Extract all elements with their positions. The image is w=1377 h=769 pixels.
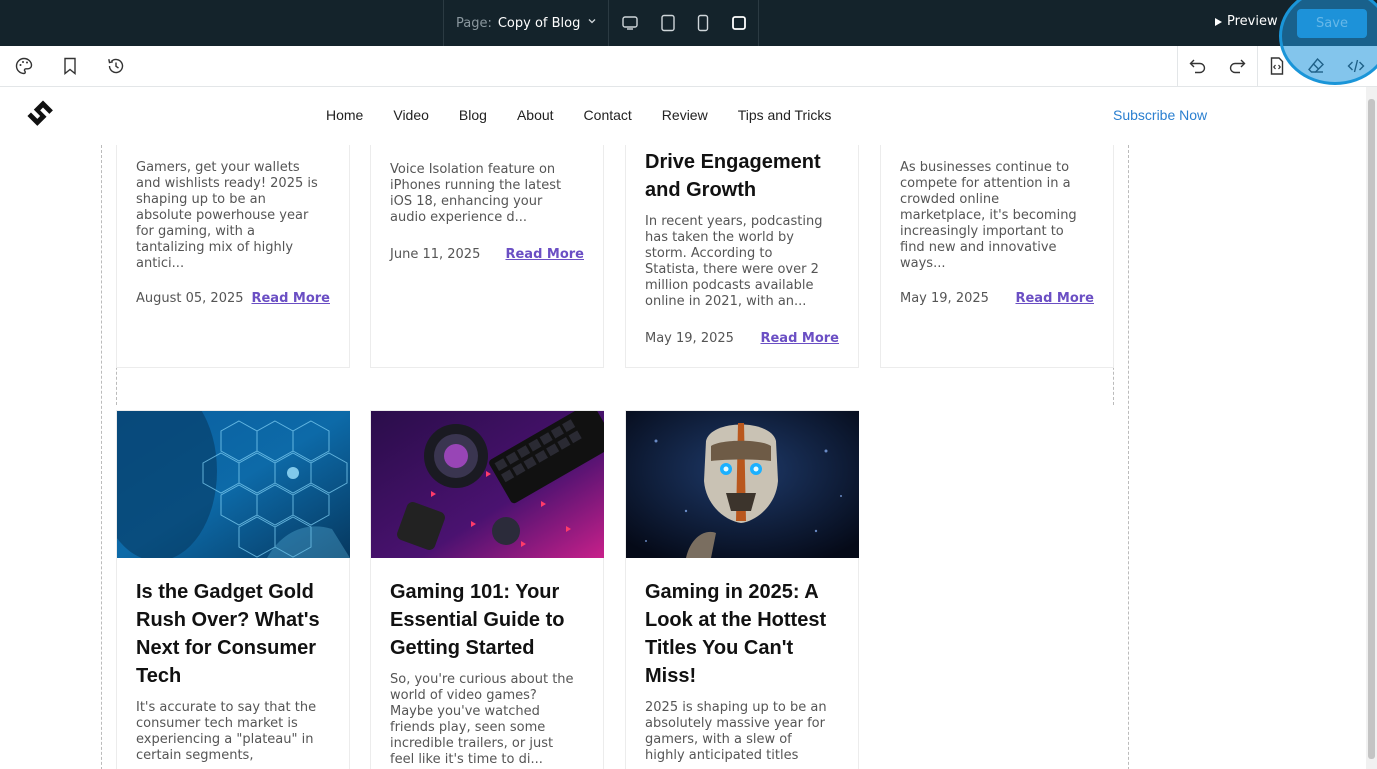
page-selector-value: Copy of Blog xyxy=(497,15,581,31)
history-button[interactable] xyxy=(105,55,127,77)
nav-item-about[interactable]: About xyxy=(517,107,554,123)
save-button[interactable]: Save xyxy=(1297,9,1367,38)
nav-item-video[interactable]: Video xyxy=(393,107,429,123)
read-more-link[interactable]: Read More xyxy=(1015,291,1094,306)
card-date: August 05, 2025 xyxy=(136,291,244,306)
preview-label: Preview xyxy=(1227,14,1278,29)
theme-button[interactable] xyxy=(13,55,35,77)
code-icon xyxy=(1347,59,1365,73)
play-icon xyxy=(1215,17,1222,26)
nav-item-tips[interactable]: Tips and Tricks xyxy=(738,107,832,123)
bookmark-icon xyxy=(64,57,76,75)
nav-item-review[interactable]: Review xyxy=(662,107,708,123)
editor-toolbar xyxy=(0,46,1377,87)
scrollbar-thumb[interactable] xyxy=(1368,99,1375,759)
redo-button[interactable] xyxy=(1226,55,1248,77)
card-title[interactable]: Is the Gadget Gold Rush Over? What's Next … xyxy=(136,578,330,690)
desktop-icon xyxy=(622,16,638,30)
toolbar-divider xyxy=(1177,46,1178,87)
bookmark-button[interactable] xyxy=(59,55,81,77)
card-excerpt: In recent years, podcasting has taken the… xyxy=(645,214,823,309)
canvas-scrollbar[interactable] xyxy=(1366,87,1377,769)
square-icon xyxy=(732,16,746,30)
toolbar-divider xyxy=(1257,46,1258,87)
card-title[interactable]: Gaming 101: Your Essential Guide to Gettin… xyxy=(390,578,584,662)
card-date: May 19, 2025 xyxy=(645,331,734,346)
code-view-button[interactable] xyxy=(1345,55,1367,77)
card-date: June 11, 2025 xyxy=(390,247,481,262)
read-more-link[interactable]: Read More xyxy=(505,247,584,262)
mobile-view-button[interactable] xyxy=(692,12,714,34)
section-guide xyxy=(101,145,102,769)
preview-button[interactable]: Preview xyxy=(1214,14,1278,29)
desktop-view-button[interactable] xyxy=(619,12,641,34)
page-canvas: Home Video Blog About Contact Review Tip… xyxy=(0,87,1366,769)
card-excerpt: It's accurate to say that the consumer te… xyxy=(136,700,317,763)
card-excerpt: So, you're curious about the world of vid… xyxy=(390,672,574,767)
card-title: Drive Engagement and Growth xyxy=(645,151,821,201)
blog-card: Is the Gadget Gold Rush Over? What's Next … xyxy=(116,410,350,769)
device-switcher xyxy=(609,0,759,46)
card-excerpt: Voice Isolation feature on iPhones runnin… xyxy=(390,162,562,225)
read-more-link[interactable]: Read More xyxy=(760,331,839,346)
palette-icon xyxy=(15,57,33,75)
blog-card: Gaming 101: Your Essential Guide to Gettin… xyxy=(370,410,604,769)
card-title[interactable]: Gaming in 2025: A Look at the Hottest Titl… xyxy=(645,578,839,690)
redo-icon xyxy=(1229,59,1246,74)
undo-button[interactable] xyxy=(1187,55,1209,77)
site-nav: Home Video Blog About Contact Review Tip… xyxy=(326,107,831,123)
mobile-icon xyxy=(697,14,709,32)
blog-card: Gaming in 2025: A Look at the Hottest Titl… xyxy=(625,410,859,769)
site-header: Home Video Blog About Contact Review Tip… xyxy=(0,87,1366,145)
file-code-icon xyxy=(1270,57,1284,75)
history-icon xyxy=(108,58,124,74)
nav-item-contact[interactable]: Contact xyxy=(584,107,632,123)
card-excerpt: As businesses continue to compete for att… xyxy=(900,160,1077,271)
nav-item-home[interactable]: Home xyxy=(326,107,363,123)
page-selector[interactable]: Page: Copy of Blog xyxy=(443,0,609,46)
chevron-down-icon xyxy=(588,19,596,24)
card-date: May 19, 2025 xyxy=(900,291,989,306)
nav-item-blog[interactable]: Blog xyxy=(459,107,487,123)
card-image[interactable] xyxy=(626,411,859,558)
undo-icon xyxy=(1189,59,1206,74)
clear-button[interactable] xyxy=(1305,55,1327,77)
page-code-button[interactable] xyxy=(1266,55,1288,77)
card-excerpt: 2025 is shaping up to be an absolutely ma… xyxy=(645,700,827,763)
card-image[interactable] xyxy=(117,411,350,558)
card-image[interactable] xyxy=(371,411,604,558)
eraser-icon xyxy=(1308,57,1324,73)
tablet-view-button[interactable] xyxy=(657,12,679,34)
custom-view-button[interactable] xyxy=(728,12,750,34)
site-logo[interactable] xyxy=(24,97,62,135)
section-guide xyxy=(1128,145,1129,769)
read-more-link[interactable]: Read More xyxy=(251,291,330,306)
card-excerpt: Gamers, get your wallets and wishlists re… xyxy=(136,160,318,271)
editor-topbar: Page: Copy of Blog Preview Save xyxy=(0,0,1377,46)
tablet-icon xyxy=(661,14,675,32)
subscribe-link[interactable]: Subscribe Now xyxy=(1113,107,1207,123)
page-selector-label: Page: xyxy=(456,15,492,31)
